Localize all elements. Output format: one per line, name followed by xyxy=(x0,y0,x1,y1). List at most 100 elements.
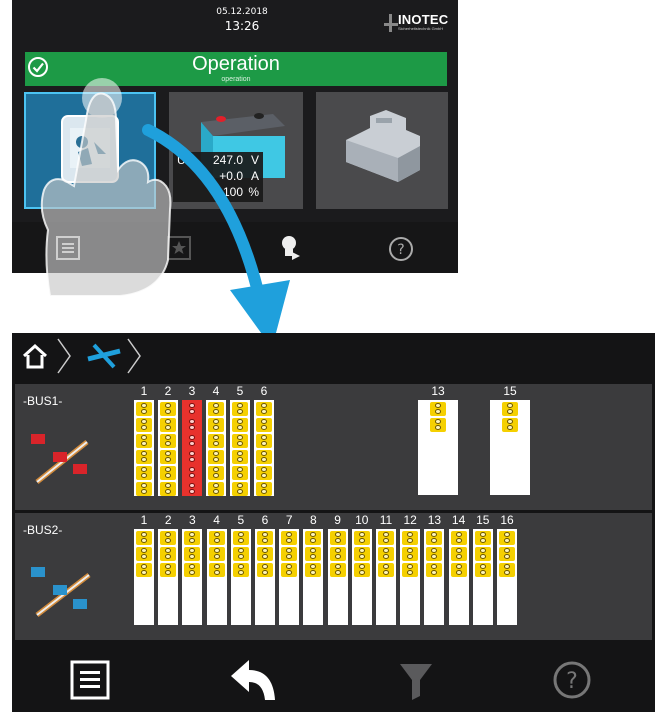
luminaire-cell[interactable] xyxy=(208,482,224,496)
luminaire-cell[interactable] xyxy=(232,547,249,561)
luminaire-cell[interactable] xyxy=(184,418,200,432)
bus1-slot-2[interactable]: 2 xyxy=(158,384,178,496)
luminaire-cell[interactable] xyxy=(208,531,225,545)
luminaire-cell[interactable] xyxy=(426,563,443,577)
luminaire-cell[interactable] xyxy=(305,547,322,561)
luminaire-cell[interactable] xyxy=(257,563,273,577)
luminaire-cell[interactable] xyxy=(160,531,177,545)
luminaire-cell[interactable] xyxy=(402,531,419,545)
bus2-slot-15[interactable]: 15 xyxy=(472,513,493,625)
luminaire-cell[interactable] xyxy=(450,563,467,577)
luminaire-cell[interactable] xyxy=(430,402,446,416)
luminaire-cell[interactable] xyxy=(502,402,518,416)
luminaire-cell[interactable] xyxy=(353,531,370,545)
luminaire-cell[interactable] xyxy=(450,531,467,545)
bus2-slot-10[interactable]: 10 xyxy=(351,513,372,625)
luminaire-cell[interactable] xyxy=(136,563,152,577)
luminaire-cell[interactable] xyxy=(402,547,419,561)
bus2-slot-5[interactable]: 5 xyxy=(230,513,251,625)
luminaire-cell[interactable] xyxy=(184,531,201,545)
filter-icon[interactable] xyxy=(398,660,434,700)
luminaire-cell[interactable] xyxy=(353,547,370,561)
luminaire-cell[interactable] xyxy=(426,547,443,561)
luminaire-cell[interactable] xyxy=(426,531,443,545)
luminaire-cell[interactable] xyxy=(208,402,224,416)
module-tile[interactable] xyxy=(316,92,448,209)
luminaire-cell[interactable] xyxy=(232,563,249,577)
luminaire-cell[interactable] xyxy=(232,402,248,416)
bus1-slot-15[interactable]: 15 xyxy=(490,384,530,495)
bus2-slot-12[interactable]: 12 xyxy=(400,513,421,625)
luminaire-cell[interactable] xyxy=(281,531,298,545)
bus2-slot-3[interactable]: 3 xyxy=(182,513,203,625)
bus2-slot-14[interactable]: 14 xyxy=(448,513,469,625)
luminaire-cell[interactable] xyxy=(257,547,273,561)
luminaire-cell[interactable] xyxy=(184,482,200,496)
luminaire-cell[interactable] xyxy=(256,402,272,416)
luminaire-cell[interactable] xyxy=(474,531,491,545)
luminaire-cell[interactable] xyxy=(353,563,370,577)
luminaire-cell[interactable] xyxy=(499,531,515,545)
luminaire-cell[interactable] xyxy=(256,434,272,448)
bus2-slot-1[interactable]: 1 xyxy=(134,513,154,625)
bus1-slot-3[interactable]: 3 xyxy=(182,384,202,496)
luminaire-cell[interactable] xyxy=(160,418,176,432)
luminaire-cell[interactable] xyxy=(232,482,248,496)
bus2-slot-16[interactable]: 16 xyxy=(497,513,517,625)
luminaire-cell[interactable] xyxy=(160,450,176,464)
luminaire-cell[interactable] xyxy=(499,547,515,561)
luminaire-cell[interactable] xyxy=(256,450,272,464)
bus1-slot-5[interactable]: 5 xyxy=(230,384,250,496)
luminaire-cell[interactable] xyxy=(136,402,152,416)
luminaire-cell[interactable] xyxy=(232,434,248,448)
luminaire-cell[interactable] xyxy=(402,563,419,577)
luminaire-cell[interactable] xyxy=(232,450,248,464)
luminaire-cell[interactable] xyxy=(136,434,152,448)
luminaire-cell[interactable] xyxy=(305,531,322,545)
luminaire-cell[interactable] xyxy=(160,482,176,496)
luminaire-cell[interactable] xyxy=(136,531,152,545)
luminaire-cell[interactable] xyxy=(329,563,346,577)
luminaire-cell[interactable] xyxy=(305,563,322,577)
luminaire-cell[interactable] xyxy=(160,563,177,577)
list-icon[interactable] xyxy=(70,660,110,700)
bus2-slot-8[interactable]: 8 xyxy=(303,513,324,625)
luminaire-cell[interactable] xyxy=(378,563,394,577)
luminaire-cell[interactable] xyxy=(378,547,394,561)
bus2-slot-11[interactable]: 11 xyxy=(376,513,396,625)
luminaire-cell[interactable] xyxy=(257,531,273,545)
luminaire-cell[interactable] xyxy=(208,434,224,448)
luminaire-cell[interactable] xyxy=(232,466,248,480)
bus-disabled-icon[interactable] xyxy=(84,341,124,371)
luminaire-cell[interactable] xyxy=(232,531,249,545)
luminaire-cell[interactable] xyxy=(208,547,225,561)
luminaire-cell[interactable] xyxy=(329,547,346,561)
luminaire-cell[interactable] xyxy=(281,547,298,561)
help-icon[interactable]: ? xyxy=(552,660,592,700)
bus2-slot-13[interactable]: 13 xyxy=(424,513,445,625)
luminaire-cell[interactable] xyxy=(184,450,200,464)
bus1-slot-4[interactable]: 4 xyxy=(206,384,226,496)
luminaire-cell[interactable] xyxy=(160,547,177,561)
bus2-slot-2[interactable]: 2 xyxy=(158,513,179,625)
luminaire-cell[interactable] xyxy=(232,418,248,432)
luminaire-cell[interactable] xyxy=(430,418,446,432)
bus2-slot-9[interactable]: 9 xyxy=(327,513,348,625)
luminaire-cell[interactable] xyxy=(160,434,176,448)
luminaire-cell[interactable] xyxy=(256,482,272,496)
home-icon[interactable] xyxy=(20,341,50,371)
luminaire-cell[interactable] xyxy=(160,466,176,480)
luminaire-cell[interactable] xyxy=(208,418,224,432)
bus2-slot-4[interactable]: 4 xyxy=(206,513,227,625)
luminaire-cell[interactable] xyxy=(184,434,200,448)
luminaire-cell[interactable] xyxy=(281,563,298,577)
luminaire-cell[interactable] xyxy=(208,563,225,577)
luminaire-cell[interactable] xyxy=(184,466,200,480)
luminaire-cell[interactable] xyxy=(378,531,394,545)
luminaire-cell[interactable] xyxy=(208,466,224,480)
help-icon[interactable]: ? xyxy=(388,236,414,262)
luminaire-cell[interactable] xyxy=(184,402,200,416)
luminaire-cell[interactable] xyxy=(136,450,152,464)
luminaire-cell[interactable] xyxy=(474,563,491,577)
bus1-slot-6[interactable]: 6 xyxy=(254,384,274,496)
